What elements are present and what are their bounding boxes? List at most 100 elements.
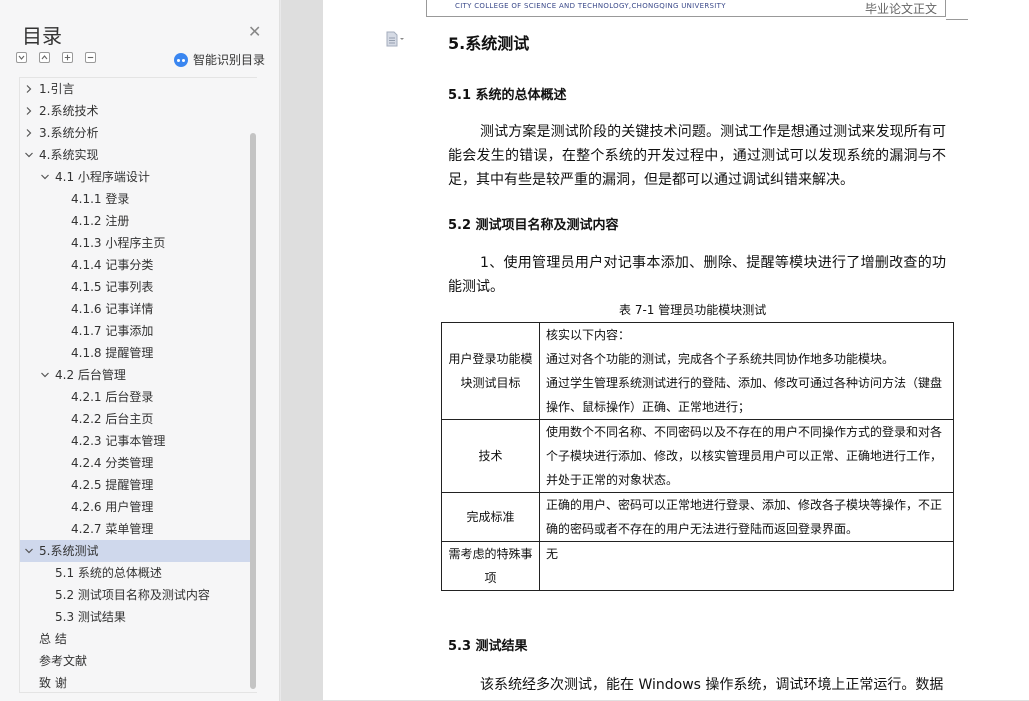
toc-item[interactable]: 4.2.2 后台主页	[20, 408, 251, 430]
toc-item-label: 4.1.2 注册	[71, 214, 130, 228]
toc-item[interactable]: 4.1.8 提醒管理	[20, 342, 251, 364]
toc-item[interactable]: 4.2.4 分类管理	[20, 452, 251, 474]
toc-item-label: 1.引言	[39, 82, 75, 96]
table-cell-key: 完成标准	[441, 492, 540, 542]
toc-item[interactable]: 5.2 测试项目名称及测试内容	[20, 584, 251, 606]
toc-item-label: 5.1 系统的总体概述	[55, 566, 162, 580]
toc-item[interactable]: 4.1.3 小程序主页	[20, 232, 251, 254]
toc-item[interactable]: 4.2.6 用户管理	[20, 496, 251, 518]
toc-item-label: 4.2.5 提醒管理	[71, 478, 154, 492]
toc-item-label: 4.1.3 小程序主页	[71, 236, 166, 250]
toc-item-label: 4.1 小程序端设计	[55, 170, 150, 184]
chevron-down-icon[interactable]	[41, 173, 49, 181]
table-cell-value: 正确的用户、密码可以正常地进行登录、添加、修改各子模块等操作，不正确的密码或者不…	[539, 492, 954, 542]
toc-item-label: 4.系统实现	[39, 148, 99, 162]
chevron-down-icon[interactable]	[41, 371, 49, 379]
toc-item-label: 5.3 测试结果	[55, 610, 126, 624]
toc-sidebar: 目录 ✕ 智能识别目录 1.引言 2.系统技术 3.系统分析 4.系统实现 4.1 小程…	[0, 0, 280, 701]
table-cell-key: 技术	[441, 419, 540, 493]
minus-icon[interactable]	[85, 52, 96, 63]
table-row: 完成标准 正确的用户、密码可以正常地进行登录、添加、修改各子模块等操作，不正确的…	[441, 492, 954, 542]
toc-toolbar	[16, 52, 108, 66]
section-heading-5-1: 5.1 系统的总体概述	[448, 88, 567, 103]
chevron-right-icon[interactable]	[25, 107, 33, 115]
table-cell-line: 核实以下内容：	[546, 328, 631, 342]
smart-toc-label: 智能识别目录	[193, 53, 266, 67]
toc-item[interactable]: 致 谢	[20, 672, 251, 694]
toc-item[interactable]: 4.1.1 登录	[20, 188, 251, 210]
table-cell-key: 需考虑的特殊事项	[441, 541, 540, 591]
toc-item[interactable]: 参考文献	[20, 650, 251, 672]
toc-item[interactable]: 5.1 系统的总体概述	[20, 562, 251, 584]
toc-item-label: 3.系统分析	[39, 126, 99, 140]
table-cell-value: 使用数个不同名称、不同密码以及不存在的用户不同操作方式的登录和对各个子模块进行添…	[539, 419, 954, 493]
toc-item[interactable]: 4.2.5 提醒管理	[20, 474, 251, 496]
toc-item[interactable]: 2.系统技术	[20, 100, 251, 122]
toc-item[interactable]: 5.系统测试	[20, 540, 251, 562]
toc-item-label: 4.1.7 记事添加	[71, 324, 154, 338]
toc-item[interactable]: 4.1.7 记事添加	[20, 320, 251, 342]
toc-item-label: 4.1.5 记事列表	[71, 280, 154, 294]
chevron-down-icon[interactable]	[25, 151, 33, 159]
table-cell-value: 核实以下内容： 通过对各个功能的测试，完成各个子系统共同协作地多功能模块。 通过…	[539, 322, 954, 420]
paragraph-5-2: 1、使用管理员用户对记事本添加、删除、提醒等模块进行了增删改查的功能测试。	[448, 255, 946, 295]
toc-item-label: 4.2.1 后台登录	[71, 390, 154, 404]
toc-item[interactable]: 5.3 测试结果	[20, 606, 251, 628]
chevron-right-icon[interactable]	[25, 129, 33, 137]
toc-item[interactable]: 4.1.6 记事详情	[20, 298, 251, 320]
toc-tree: 1.引言 2.系统技术 3.系统分析 4.系统实现 4.1 小程序端设计 4.1.1 登录…	[19, 77, 257, 693]
toc-item-label: 4.2 后台管理	[55, 368, 126, 382]
toc-item-label: 总 结	[39, 632, 67, 646]
toc-item[interactable]: 4.2.1 后台登录	[20, 386, 251, 408]
toc-item-label: 4.1.4 记事分类	[71, 258, 154, 272]
toc-item[interactable]: 4.2 后台管理	[20, 364, 251, 386]
toc-item-label: 4.1.8 提醒管理	[71, 346, 154, 360]
toc-item-label: 4.2.4 分类管理	[71, 456, 154, 470]
margin-corner-mark	[946, 19, 968, 20]
page-gutter	[281, 0, 323, 701]
header-section-title: 毕业论文正文	[865, 2, 938, 16]
toc-item[interactable]: 4.1.5 记事列表	[20, 276, 251, 298]
toc-item[interactable]: 4.系统实现	[20, 144, 251, 166]
toc-item[interactable]: 4.2.3 记事本管理	[20, 430, 251, 452]
toc-item-label: 4.2.6 用户管理	[71, 500, 154, 514]
smart-toc-button[interactable]: 智能识别目录	[174, 51, 265, 68]
toc-item-label: 4.2.3 记事本管理	[71, 434, 166, 448]
toc-item[interactable]: 1.引言	[20, 78, 251, 100]
collapse-all-icon[interactable]	[16, 52, 27, 63]
sidebar-title: 目录	[22, 24, 62, 48]
table-row: 需考虑的特殊事项 无	[441, 541, 954, 591]
table-caption: 表 7-1 管理员功能模块测试	[619, 303, 767, 317]
toc-item-label: 参考文献	[39, 654, 88, 668]
table-cell-key: 用户登录功能模块测试目标	[441, 322, 540, 420]
toc-item-label: 4.1.1 登录	[71, 192, 130, 206]
toc-item-label: 4.2.2 后台主页	[71, 412, 154, 426]
paragraph-5-3: 该系统经多次测试，能在 Windows 操作系统，调试环境上正常运行。数据	[480, 677, 944, 693]
toc-item-label: 2.系统技术	[39, 104, 99, 118]
toc-scrollbar[interactable]	[250, 133, 256, 689]
chevron-right-icon[interactable]	[25, 85, 33, 93]
header-college-name: CITY COLLEGE OF SCIENCE AND TECHNOLOGY,C…	[455, 2, 726, 10]
plus-icon[interactable]	[62, 52, 73, 63]
toc-item-label: 致 谢	[39, 676, 67, 690]
table-cell-value: 无	[539, 541, 954, 591]
section-heading-5-3: 5.3 测试结果	[448, 639, 528, 654]
toc-item[interactable]: 4.1.4 记事分类	[20, 254, 251, 276]
chevron-down-icon[interactable]	[25, 547, 33, 555]
toc-item[interactable]: 4.1.2 注册	[20, 210, 251, 232]
toc-item[interactable]: 4.2.7 菜单管理	[20, 518, 251, 540]
toc-item-label: 4.1.6 记事详情	[71, 302, 154, 316]
toc-item-label: 4.2.7 菜单管理	[71, 522, 154, 536]
document-icon[interactable]	[386, 31, 404, 47]
test-table: 用户登录功能模块测试目标 核实以下内容： 通过对各个功能的测试，完成各个子系统共…	[441, 322, 954, 591]
chapter-heading: 5.系统测试	[448, 34, 530, 53]
toc-item[interactable]: 总 结	[20, 628, 251, 650]
table-row: 用户登录功能模块测试目标 核实以下内容： 通过对各个功能的测试，完成各个子系统共…	[441, 322, 954, 420]
expand-up-icon[interactable]	[39, 52, 50, 63]
toc-item[interactable]: 4.1 小程序端设计	[20, 166, 251, 188]
close-icon[interactable]: ✕	[248, 24, 261, 40]
toc-item[interactable]: 3.系统分析	[20, 122, 251, 144]
smart-recognize-icon	[174, 52, 188, 67]
table-cell-line: 通过学生管理系统测试进行的登陆、添加、修改可通过各种访问方法（键盘操作、鼠标操作…	[546, 376, 943, 414]
paragraph-5-1: 测试方案是测试阶段的关键技术问题。测试工作是想通过测试来发现所有可能会发生的错误…	[448, 124, 946, 188]
